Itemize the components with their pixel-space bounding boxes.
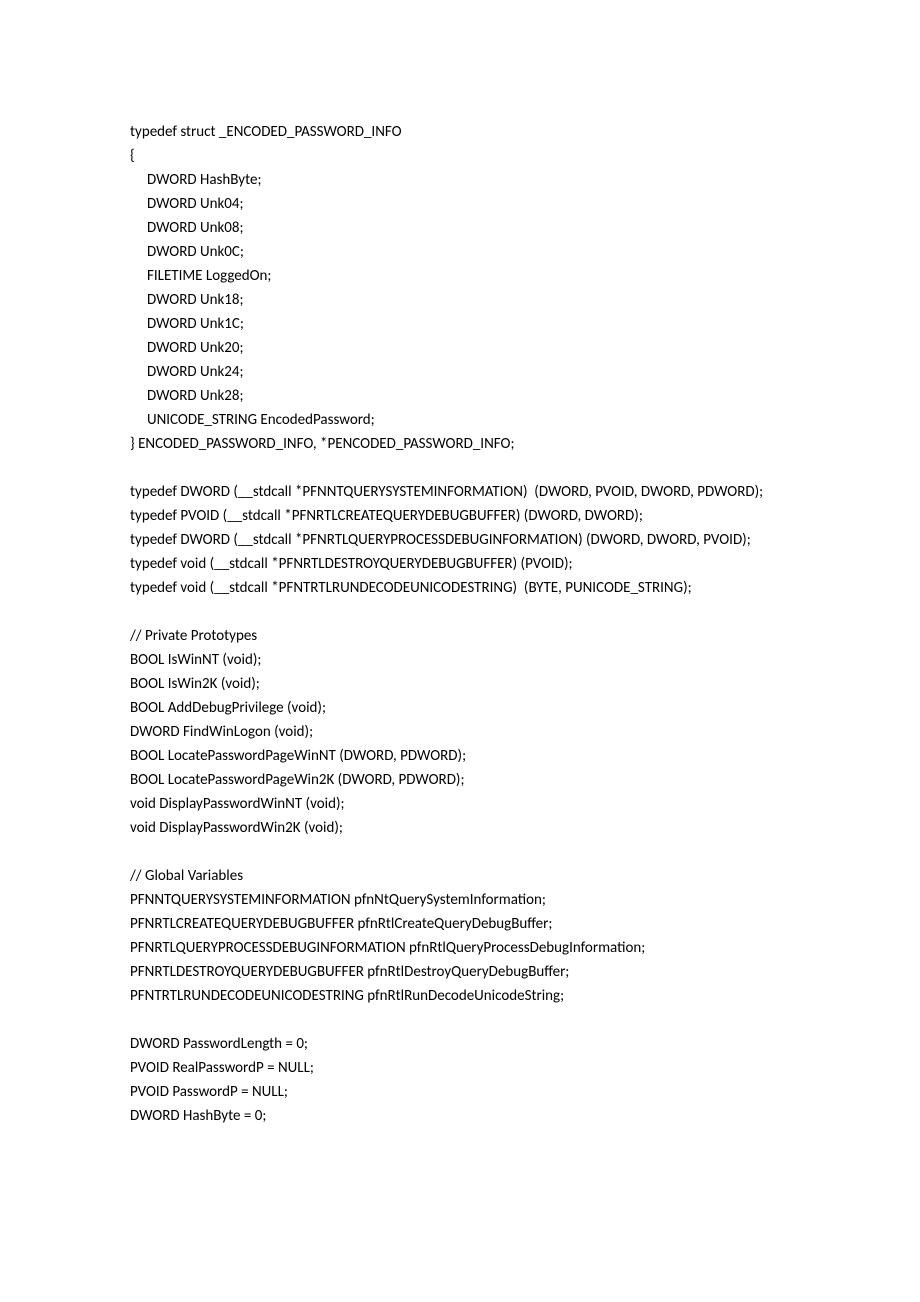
code-line: DWORD HashByte = 0;	[130, 1104, 790, 1128]
code-line: PFNTRTLRUNDECODEUNICODESTRING pfnRtlRunD…	[130, 984, 790, 1008]
code-line: FILETIME LoggedOn;	[130, 264, 790, 288]
blank-line	[130, 840, 790, 864]
code-line: DWORD Unk28;	[130, 384, 790, 408]
blank-line	[130, 1008, 790, 1032]
blank-line	[130, 456, 790, 480]
code-line: UNICODE_STRING EncodedPassword;	[130, 408, 790, 432]
code-line: PFNRTLQUERYPROCESSDEBUGINFORMATION pfnRt…	[130, 936, 790, 960]
code-line: PFNRTLDESTROYQUERYDEBUGBUFFER pfnRtlDest…	[130, 960, 790, 984]
code-line: {	[130, 144, 790, 168]
code-line: typedef DWORD (__stdcall *PFNNTQUERYSYST…	[130, 480, 790, 504]
code-line: BOOL IsWin2K (void);	[130, 672, 790, 696]
blank-line	[130, 600, 790, 624]
code-line: typedef void (__stdcall *PFNRTLDESTROYQU…	[130, 552, 790, 576]
code-line: BOOL LocatePasswordPageWin2K (DWORD, PDW…	[130, 768, 790, 792]
code-line: PFNNTQUERYSYSTEMINFORMATION pfnNtQuerySy…	[130, 888, 790, 912]
code-line: BOOL AddDebugPrivilege (void);	[130, 696, 790, 720]
code-line: typedef void (__stdcall *PFNTRTLRUNDECOD…	[130, 576, 790, 600]
code-line: DWORD Unk04;	[130, 192, 790, 216]
code-line: typedef PVOID (__stdcall *PFNRTLCREATEQU…	[130, 504, 790, 528]
code-line: PVOID RealPasswordP = NULL;	[130, 1056, 790, 1080]
code-line: typedef struct _ENCODED_PASSWORD_INFO	[130, 120, 790, 144]
code-line: // Global Variables	[130, 864, 790, 888]
code-line: PFNRTLCREATEQUERYDEBUGBUFFER pfnRtlCreat…	[130, 912, 790, 936]
code-line: BOOL IsWinNT (void);	[130, 648, 790, 672]
code-line: DWORD Unk24;	[130, 360, 790, 384]
code-line: DWORD Unk0C;	[130, 240, 790, 264]
code-line: DWORD Unk1C;	[130, 312, 790, 336]
code-line: DWORD HashByte;	[130, 168, 790, 192]
code-line: DWORD FindWinLogon (void);	[130, 720, 790, 744]
code-line: // Private Prototypes	[130, 624, 790, 648]
document-page: typedef struct _ENCODED_PASSWORD_INFO{ D…	[0, 0, 920, 1188]
code-line: BOOL LocatePasswordPageWinNT (DWORD, PDW…	[130, 744, 790, 768]
code-line: typedef DWORD (__stdcall *PFNRTLQUERYPRO…	[130, 528, 790, 552]
code-line: PVOID PasswordP = NULL;	[130, 1080, 790, 1104]
code-line: DWORD PasswordLength = 0;	[130, 1032, 790, 1056]
code-line: } ENCODED_PASSWORD_INFO, *PENCODED_PASSW…	[130, 432, 790, 456]
code-line: DWORD Unk20;	[130, 336, 790, 360]
code-line: DWORD Unk08;	[130, 216, 790, 240]
code-line: void DisplayPasswordWinNT (void);	[130, 792, 790, 816]
code-line: void DisplayPasswordWin2K (void);	[130, 816, 790, 840]
code-line: DWORD Unk18;	[130, 288, 790, 312]
